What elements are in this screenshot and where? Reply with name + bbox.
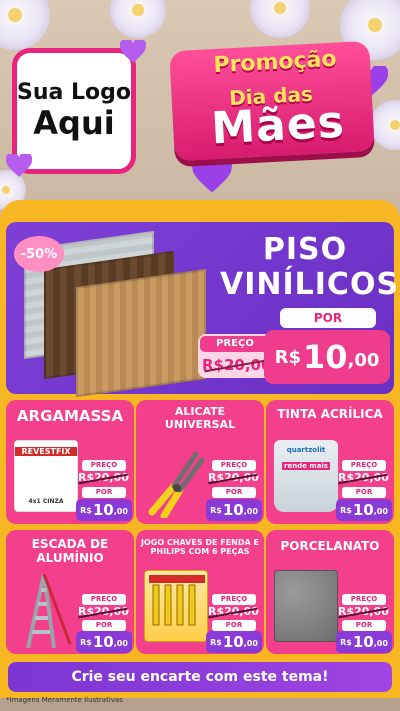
old-price: R$20,00 <box>208 471 259 484</box>
product-card-porcelanato[interactable]: PORCELANATO PREÇO R$20,00 POR R$10,00 <box>266 530 394 654</box>
paint-bucket-image: quartzolit rende mais <box>274 440 338 512</box>
price-int: 10 <box>92 633 114 651</box>
promo-main-title: Mães <box>209 96 346 155</box>
price-int: 10 <box>222 501 244 519</box>
new-label: POR <box>82 487 126 498</box>
heart-icon <box>5 152 33 178</box>
product-card-argamassa[interactable]: ARGAMASSA REVESTFIX 4x1 CINZA PREÇO R$20… <box>6 400 134 524</box>
featured-price-label: PREÇO <box>200 336 270 352</box>
product-card-tinta[interactable]: TINTA ACRÍLICA quartzolit rende mais PRE… <box>266 400 394 524</box>
price-int: 10 <box>352 633 374 651</box>
currency: R$ <box>340 505 352 515</box>
featured-title-line2: VINÍLICOS <box>220 267 400 303</box>
product-title: TINTA ACRÍLICA <box>277 407 383 421</box>
featured-new-price: R$ 10 ,00 <box>264 330 390 384</box>
product-card-escada[interactable]: ESCADA DE ALUMÍNIO PREÇO R$20,00 POR R$1… <box>6 530 134 654</box>
flower-decoration <box>250 0 310 38</box>
flyer: Sua Logo Aqui Promoção Dia das Mães -50%… <box>0 0 400 711</box>
price-label: PREÇO <box>212 460 256 471</box>
heart-icon <box>119 38 147 64</box>
currency: R$ <box>80 505 92 515</box>
price-label: PREÇO <box>82 594 126 605</box>
new-price: R$ 10,00 <box>76 499 132 521</box>
old-price: R$20,00 <box>78 605 129 618</box>
product-title: ALICATE UNIVERSAL <box>164 405 236 431</box>
old-price: R$20,00 <box>338 605 389 618</box>
featured-title: PISO VINÍLICOS <box>220 232 400 303</box>
new-price: R$ 10,00 <box>206 499 262 521</box>
product-title: JOGO CHAVES DE FENDA E PHILIPS COM 6 PEÇ… <box>141 538 259 557</box>
product-card-chaves[interactable]: JOGO CHAVES DE FENDA E PHILIPS COM 6 PEÇ… <box>136 530 264 654</box>
price-dec: ,00 <box>373 639 388 648</box>
price-int: 10 <box>92 501 114 519</box>
new-label: POR <box>342 487 386 498</box>
product-card-alicate[interactable]: ALICATE UNIVERSAL PREÇO R$20,00 POR R$10… <box>136 400 264 524</box>
currency: R$ <box>210 505 222 515</box>
new-price: R$ 10,00 <box>76 631 132 653</box>
price-label: PREÇO <box>212 594 256 605</box>
price-dec: ,00 <box>113 507 128 516</box>
old-price: R$20,00 <box>338 471 389 484</box>
disclaimer-text: *Imagens Meramente Ilustrativas <box>6 696 123 704</box>
new-label: POR <box>342 620 386 631</box>
old-price: R$20,00 <box>78 471 129 484</box>
new-label: POR <box>212 620 256 631</box>
new-price: R$ 10,00 <box>336 499 392 521</box>
featured-old-price: R$20,00 <box>202 356 271 374</box>
old-price: R$20,00 <box>208 605 259 618</box>
featured-title-line1: PISO <box>262 232 348 267</box>
new-label: POR <box>212 487 256 498</box>
price-dec: ,00 <box>243 639 258 648</box>
currency: R$ <box>80 637 92 647</box>
heart-icon <box>192 155 232 194</box>
price-label: PREÇO <box>82 460 126 471</box>
logo-line1: Sua Logo <box>17 79 132 105</box>
price-int: 10 <box>222 633 244 651</box>
discount-badge: -50% <box>14 236 64 272</box>
product-image-caption: rende mais <box>282 462 330 470</box>
product-image-brand: quartzolit <box>286 446 326 454</box>
price-label: PREÇO <box>342 594 386 605</box>
vinyl-tile-oak-image <box>76 268 206 398</box>
logo-line2: Aqui <box>33 104 115 143</box>
flower-decoration <box>110 0 166 38</box>
new-price: R$ 10,00 <box>336 631 392 653</box>
ladder-image <box>14 570 78 649</box>
new-price: R$ 10,00 <box>206 631 262 653</box>
product-title: ESCADA DE ALUMÍNIO <box>31 537 109 565</box>
plier-image <box>144 446 208 520</box>
new-label: POR <box>82 620 126 631</box>
product-image: REVESTFIX 4x1 CINZA <box>14 440 78 512</box>
porcelain-tile-image <box>274 570 338 642</box>
featured-price-int: 10 <box>302 338 348 376</box>
cta-button[interactable]: Crie seu encarte com este tema! <box>8 662 392 692</box>
screwdriver-set-image <box>144 570 208 642</box>
price-dec: ,00 <box>243 507 258 516</box>
product-title: ARGAMASSA <box>16 407 124 425</box>
product-image-brand: REVESTFIX <box>15 447 77 456</box>
currency: R$ <box>340 637 352 647</box>
price-label: PREÇO <box>342 460 386 471</box>
price-dec: ,00 <box>373 507 388 516</box>
currency: R$ <box>210 637 222 647</box>
product-title: PORCELANATO <box>280 539 380 553</box>
price-dec: ,00 <box>113 639 128 648</box>
price-int: 10 <box>352 501 374 519</box>
flower-decoration <box>0 0 50 50</box>
featured-currency: R$ <box>274 346 301 368</box>
featured-price-dec: ,00 <box>347 349 380 371</box>
featured-new-label: POR <box>280 308 376 328</box>
product-image-caption: 4x1 CINZA <box>28 498 64 505</box>
